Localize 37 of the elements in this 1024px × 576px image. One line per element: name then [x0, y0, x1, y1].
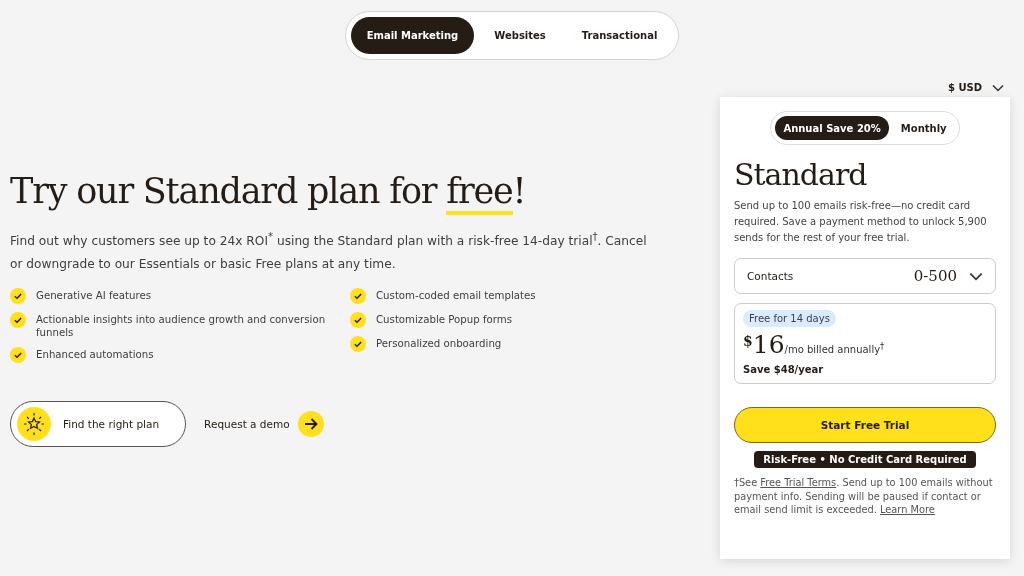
- product-tab[interactable]: Transactional: [565, 17, 674, 54]
- chevron-down-icon: [969, 271, 983, 281]
- start-trial-button[interactable]: Start Free Trial: [734, 407, 996, 443]
- feature-text: Custom-coded email templates: [376, 289, 536, 303]
- check-icon: [350, 312, 366, 329]
- check-icon: [10, 312, 26, 329]
- hero-description: Find out why customers see up to 24x ROI$^{*}$ using the Standard plan with a risk-free 14-day trial$^{†}$. Cancel or downgrade to our Essentials or basic Free plans at any time.: [10, 230, 648, 274]
- feature-text: Enhanced automations: [36, 348, 154, 362]
- arrow-right-icon: [297, 411, 324, 438]
- plan-title: Standard: [734, 157, 868, 192]
- trial-footnote: †See Free Trial Terms. Send up to 100 emails without payment info. Sending will be paused if contact or email send limit is exceeded. Learn More: [734, 476, 994, 517]
- chevron-down-icon: [992, 83, 1004, 92]
- billing-tab[interactable]: Monthly: [892, 116, 955, 140]
- risk-free-label: Risk-Free • No Credit Card Required: [754, 451, 976, 468]
- feature-text: Customizable Popup forms: [376, 313, 512, 327]
- check-icon: [350, 336, 366, 353]
- feature-text: Actionable insights into audience growth and conversion funnels: [36, 313, 327, 340]
- product-tab[interactable]: Websites: [478, 17, 562, 54]
- product-tab[interactable]: Email Marketing: [350, 17, 475, 54]
- footnote-link[interactable]: Learn More: [880, 504, 935, 515]
- currency-selector[interactable]: $ USD: [947, 82, 1004, 93]
- find-plan-button[interactable]: Find the right plan: [10, 401, 187, 448]
- feature-text: Personalized onboarding: [376, 337, 502, 351]
- price-amount: 16: [752, 331, 785, 359]
- plan-description: Send up to 100 emails risk-free—no credit card required. Save a payment method to unlock 5,900 sends for the rest of your free trial.: [734, 199, 988, 245]
- free-trial-badge: Free for 14 days: [743, 310, 836, 327]
- price-currency: $: [743, 333, 753, 349]
- contacts-dropdown[interactable]: Contacts 0-500: [734, 258, 996, 294]
- check-icon: [10, 288, 26, 305]
- feature-text: Generative AI features: [36, 289, 151, 303]
- billing-tab[interactable]: Annual Save 20%: [775, 116, 889, 140]
- check-icon: [350, 288, 366, 305]
- price-period: /mo billed annually$^{†}$: [784, 340, 885, 355]
- check-icon: [10, 347, 26, 364]
- request-demo-link[interactable]: Request a demo: [204, 411, 324, 438]
- savings-text: Save $48/year: [743, 364, 824, 375]
- sparkle-icon: [17, 407, 51, 442]
